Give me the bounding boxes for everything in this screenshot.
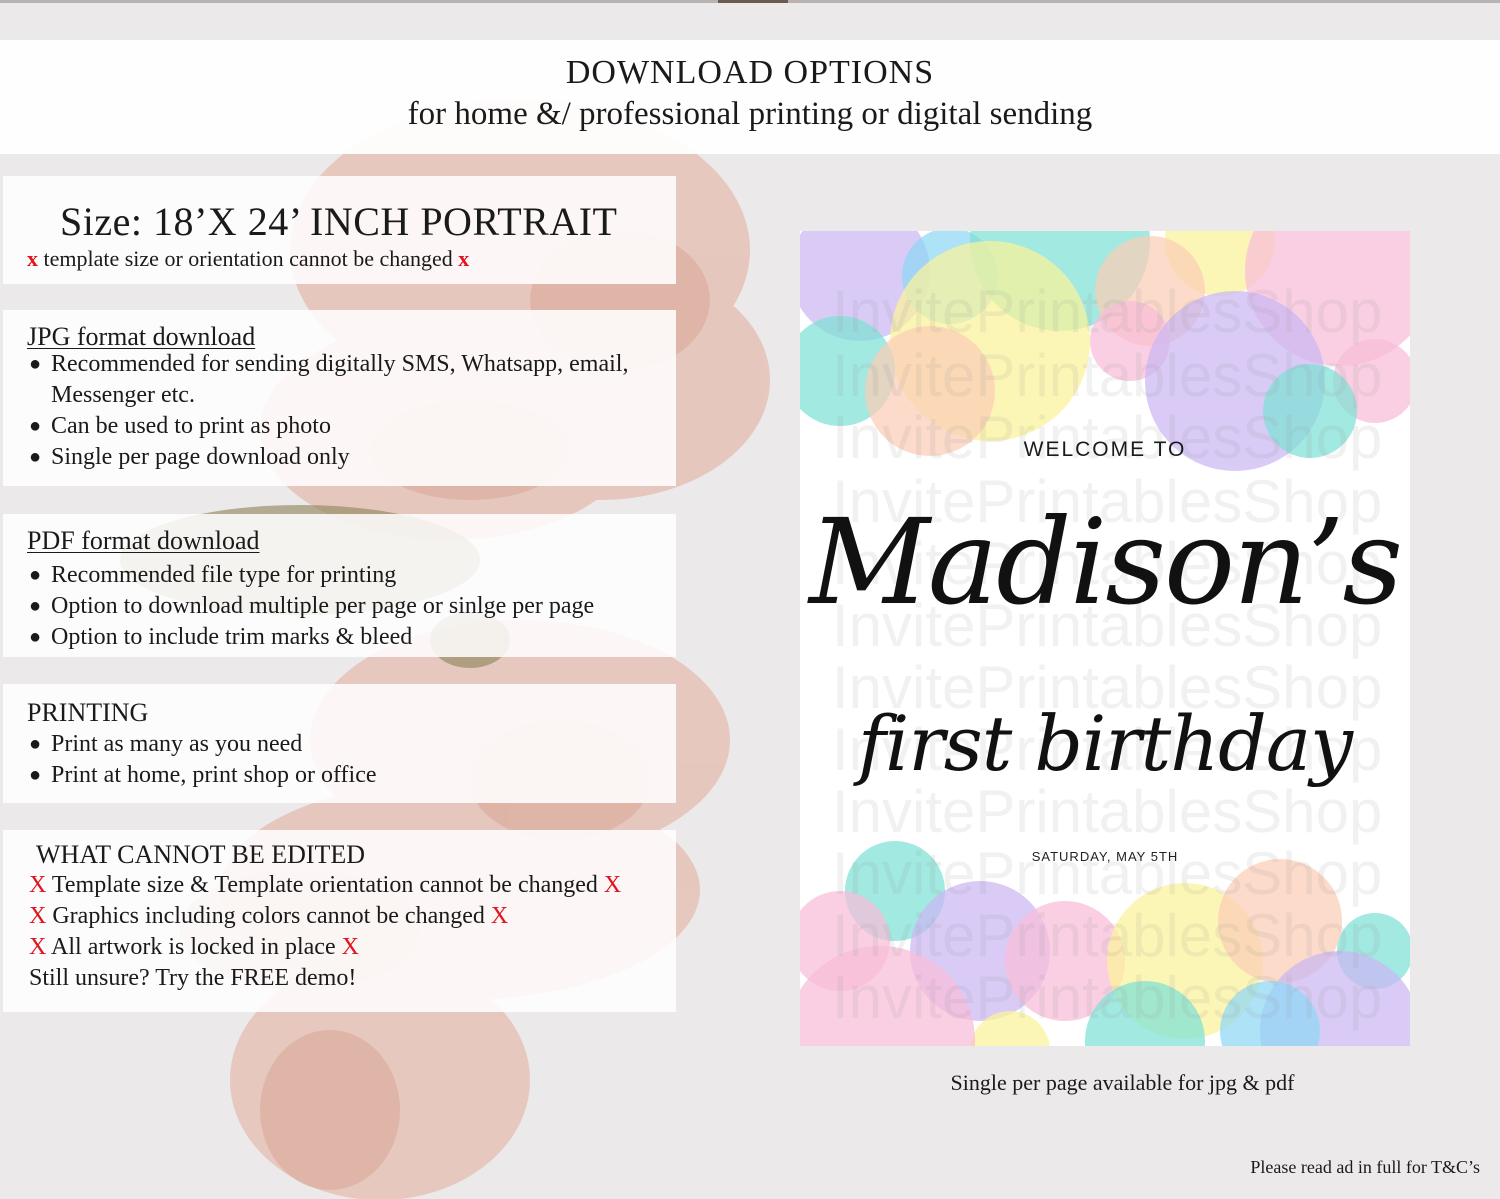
printing-section-title: PRINTING (27, 698, 149, 727)
list-item: X Template size & Template orientation c… (29, 872, 622, 898)
jpg-bullet-list: ● Recommended for sending digitally SMS, … (27, 349, 672, 473)
list-item: ● Option to download multiple per page or… (27, 591, 672, 622)
not-editable-list: X Template size & Template orientation c… (29, 870, 621, 994)
list-item: ● Recommended file type for printing (27, 560, 672, 591)
demo-note: Still unsure? Try the FREE demo! (29, 965, 357, 991)
watermark-text: InvitePrintablesShop (832, 278, 1383, 345)
not-editable-title: WHAT CANNOT BE EDITED (36, 840, 366, 869)
preview-caption: Single per page available for jpg & pdf (950, 1070, 1295, 1095)
size-note-text: template size or orientation cannot be c… (43, 246, 453, 271)
list-item: ● Print at home, print shop or office (27, 760, 672, 791)
x-mark-icon: X (29, 872, 47, 898)
bullet-icon: ● (29, 626, 42, 648)
jpg-section-title: JPG format download (27, 322, 256, 351)
list-item: ● Can be used to print as photo (27, 411, 672, 442)
size-heading: Size: 18’X 24’ INCH PORTRAIT (60, 199, 618, 244)
bullet-icon: ● (29, 733, 42, 755)
printing-panel: PRINTING ● Print as many as you need ● Pri… (3, 684, 676, 803)
size-panel: Size: 18’X 24’ INCH PORTRAIT x template … (3, 176, 676, 284)
size-note-line: x template size or orientation cannot be… (27, 246, 469, 272)
x-mark-icon: X (29, 903, 47, 929)
x-mark-icon: X (490, 903, 509, 929)
pdf-section-title: PDF format download (27, 526, 260, 555)
printing-bullet-list: ● Print as many as you need ● Print at hom… (27, 729, 672, 791)
watermark-text: InvitePrintablesShop (832, 902, 1383, 969)
template-preview: InvitePrintablesShop InvitePrintablesSho… (800, 231, 1410, 1046)
header-band: DOWNLOAD OPTIONS for home &/ professiona… (0, 40, 1500, 154)
terms-note: Please read ad in full for T&C’s (1250, 1157, 1480, 1177)
bullet-icon: ● (29, 595, 42, 617)
bullet-icon: ● (29, 446, 42, 468)
x-mark-icon: X (341, 934, 359, 960)
list-item: ● Option to include trim marks & bleed (27, 622, 672, 653)
list-item: X Graphics including colors cannot be ch… (29, 903, 509, 929)
watermark-text: InvitePrintablesShop (832, 964, 1383, 1031)
child-name-script: Madison’s (808, 493, 1403, 631)
occasion-script: first birthday (857, 699, 1353, 788)
welcome-text: WELCOME TO (1023, 438, 1187, 461)
watermark-text: InvitePrintablesShop (832, 342, 1383, 409)
list-item: X All artwork is locked in place X (29, 934, 359, 960)
list-item: ● Single per page download only (27, 442, 672, 473)
not-editable-panel: WHAT CANNOT BE EDITED X Template size & … (3, 830, 676, 1012)
pdf-panel: PDF format download ● Recommended file ty… (3, 514, 676, 657)
x-mark-icon: x (458, 246, 470, 271)
x-mark-icon: x (27, 246, 38, 271)
page-title: DOWNLOAD OPTIONS (565, 54, 935, 91)
pdf-bullet-list: ● Recommended file type for printing ● Opt… (27, 560, 672, 653)
bullet-icon: ● (29, 764, 42, 786)
page-subtitle: for home &/ professional printing or dig… (407, 96, 1093, 132)
event-date: SATURDAY, MAY 5TH (1031, 849, 1179, 864)
bullet-icon: ● (29, 353, 42, 375)
bullet-icon: ● (29, 564, 42, 586)
x-mark-icon: X (603, 872, 622, 898)
x-mark-icon: X (29, 934, 47, 960)
bullet-icon: ● (29, 415, 42, 437)
list-item: ● Print as many as you need (27, 729, 672, 760)
jpg-panel: JPG format download ● Recommended for sen… (3, 310, 676, 486)
list-item: ● Recommended for sending digitally SMS, … (29, 351, 629, 408)
